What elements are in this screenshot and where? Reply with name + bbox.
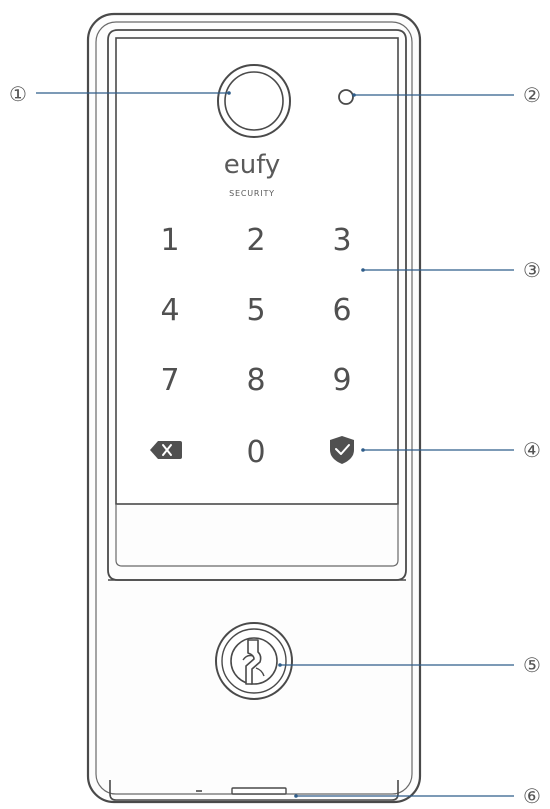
callout-3: ③ [523,258,541,282]
indicator-light [338,89,354,105]
key-5[interactable]: 5 [246,293,265,328]
fingerprint-sensor[interactable] [217,64,291,138]
key-1[interactable]: 1 [160,223,179,258]
brand-logo: eufy [224,150,281,180]
key-cylinder [215,622,293,700]
callout-5: ⑤ [523,653,541,677]
callout-6: ⑥ [523,784,541,808]
key-0[interactable]: 0 [246,435,265,470]
key-2[interactable]: 2 [246,223,265,258]
key-7[interactable]: 7 [160,363,179,398]
key-4[interactable]: 4 [160,293,179,328]
key-6[interactable]: 6 [332,293,351,328]
callout-1: ① [9,82,27,106]
brand-logo-subtext: SECURITY [229,189,275,198]
callout-2: ② [523,83,541,107]
key-9[interactable]: 9 [332,363,351,398]
smart-lock-diagram: eufy SECURITY 1 2 3 4 5 6 7 8 9 0 ① ② ③ … [9,12,541,808]
key-3[interactable]: 3 [332,223,351,258]
key-8[interactable]: 8 [246,363,265,398]
callout-4: ④ [523,438,541,462]
